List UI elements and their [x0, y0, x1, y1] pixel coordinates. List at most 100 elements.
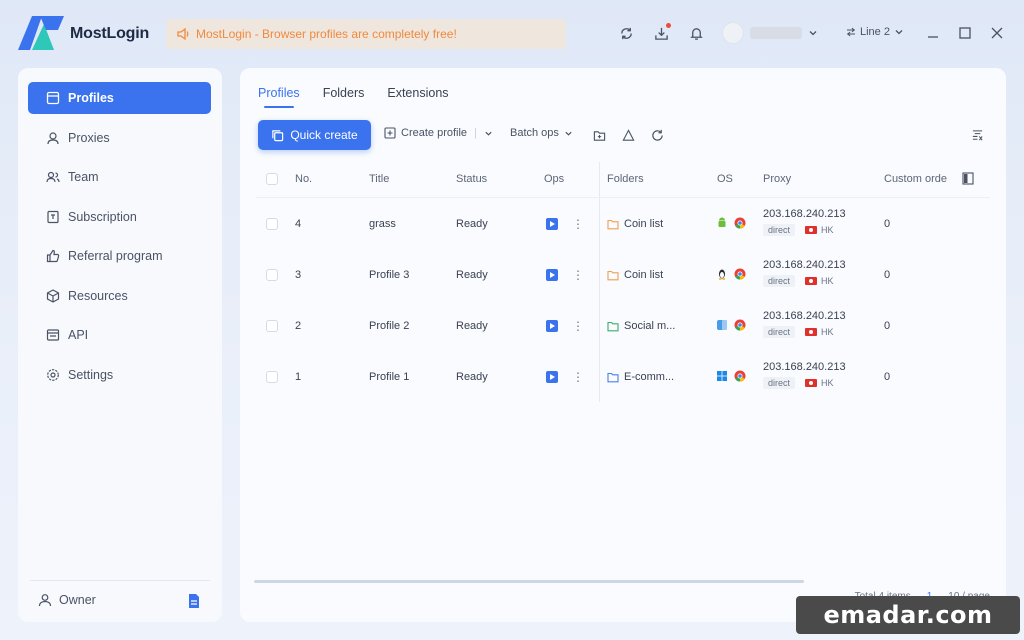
table-body: 4 grass Ready ⋮ Coin list 203.168.240.21…	[256, 198, 990, 402]
document-icon[interactable]	[186, 593, 202, 609]
create-profile-button[interactable]: Create profile |	[384, 127, 493, 139]
row-status: Ready	[456, 320, 488, 332]
column-filter-icon[interactable]	[969, 127, 985, 143]
folder-add-icon[interactable]	[591, 127, 607, 143]
row-proxy: 203.168.240.213 direct HK	[763, 208, 846, 236]
tab-profiles[interactable]: Profiles	[258, 86, 300, 108]
chrome-icon	[734, 319, 746, 334]
row-checkbox[interactable]	[266, 218, 278, 230]
refresh-icon[interactable]	[649, 127, 665, 143]
header-no[interactable]: No.	[295, 173, 312, 185]
folder-name: Coin list	[624, 269, 664, 281]
proxy-type-tag: direct	[763, 326, 796, 338]
row-proxy: 203.168.240.213 direct HK	[763, 259, 846, 287]
owner-role[interactable]: Owner	[38, 593, 96, 607]
mostlogin-logo-icon	[18, 16, 64, 50]
more-options-icon[interactable]: ⋮	[572, 320, 584, 332]
folder-icon	[607, 270, 619, 280]
proxy-ip: 203.168.240.213	[763, 259, 846, 271]
column-settings-icon[interactable]	[962, 172, 974, 188]
header-proxy[interactable]: Proxy	[763, 173, 791, 185]
table-row[interactable]: 3 Profile 3 Ready ⋮ Coin list 203.168.24…	[256, 249, 990, 300]
more-options-icon[interactable]: ⋮	[572, 218, 584, 230]
sidebar-item-profiles[interactable]: Profiles	[28, 82, 211, 114]
api-icon	[46, 329, 60, 341]
table-header: No. Title Status Ops Folders OS Proxy Cu…	[256, 162, 990, 198]
row-folder[interactable]: E-comm...	[607, 371, 674, 383]
sidebar-item-resources[interactable]: Resources	[28, 280, 211, 312]
row-folder[interactable]: Coin list	[607, 218, 663, 230]
select-all-checkbox[interactable]	[266, 173, 278, 185]
row-folder[interactable]: Coin list	[607, 269, 663, 281]
minimize-icon[interactable]	[924, 24, 942, 42]
hong-kong-flag-icon	[805, 328, 818, 336]
proxy-type-tag: direct	[763, 377, 796, 389]
header-folders[interactable]: Folders	[607, 173, 644, 185]
app-brand: MostLogin	[70, 25, 150, 42]
announcement-text: MostLogin - Browser profiles are complet…	[196, 27, 457, 41]
launch-button[interactable]	[546, 218, 558, 230]
watermark: emadar.com	[796, 596, 1020, 634]
user-menu[interactable]: redacted	[722, 22, 818, 44]
sidebar-item-referral[interactable]: Referral program	[28, 240, 211, 272]
sidebar-item-label: Profiles	[68, 91, 114, 105]
sidebar-divider	[30, 580, 210, 581]
row-custom-order: 0	[884, 218, 891, 230]
row-checkbox[interactable]	[266, 269, 278, 281]
table-row[interactable]: 2 Profile 2 Ready ⋮ Social m... 203.168.…	[256, 300, 990, 351]
more-options-icon[interactable]: ⋮	[572, 371, 584, 383]
maximize-icon[interactable]	[956, 24, 974, 42]
chevron-down-icon	[895, 30, 903, 35]
bell-icon[interactable]	[687, 24, 705, 42]
line-selector[interactable]: Line 2	[846, 26, 904, 38]
announcement-banner[interactable]: MostLogin - Browser profiles are complet…	[166, 19, 566, 49]
header-status[interactable]: Status	[456, 173, 487, 185]
quick-create-button[interactable]: Quick create	[258, 120, 371, 150]
tab-folders[interactable]: Folders	[323, 86, 365, 108]
sync-icon[interactable]	[617, 24, 635, 42]
table-row[interactable]: 4 grass Ready ⋮ Coin list 203.168.240.21…	[256, 198, 990, 249]
row-title: Profile 3	[369, 269, 410, 281]
launch-button[interactable]	[546, 371, 558, 383]
team-icon	[46, 171, 60, 183]
chevron-down-icon	[565, 131, 572, 136]
sidebar-item-api[interactable]: API	[28, 319, 211, 351]
header-os[interactable]: OS	[717, 173, 733, 185]
row-os	[716, 370, 746, 385]
hong-kong-flag-icon	[805, 379, 818, 387]
folder-icon	[607, 321, 619, 331]
more-options-icon[interactable]: ⋮	[572, 269, 584, 281]
proxy-region: HK	[821, 225, 834, 235]
table-row[interactable]: 1 Profile 1 Ready ⋮ E-comm... 203.168.24…	[256, 351, 990, 402]
user-name: redacted	[750, 27, 802, 39]
hong-kong-flag-icon	[805, 277, 818, 285]
launch-button[interactable]	[546, 269, 558, 281]
row-folder[interactable]: Social m...	[607, 320, 675, 332]
quick-create-label: Quick create	[290, 128, 358, 142]
launch-button[interactable]	[546, 320, 558, 332]
avatar	[722, 22, 744, 44]
sidebar: Profiles Proxies Team Subscription Refer…	[18, 68, 222, 622]
chevron-down-icon[interactable]	[484, 129, 493, 138]
download-icon[interactable]	[652, 23, 671, 42]
main-panel: Profiles Folders Extensions Quick create…	[240, 68, 1006, 622]
sidebar-item-proxies[interactable]: Proxies	[28, 122, 211, 154]
header-title[interactable]: Title	[369, 173, 389, 185]
tab-extensions[interactable]: Extensions	[387, 86, 448, 108]
sidebar-item-subscription[interactable]: Subscription	[28, 201, 211, 233]
header-custom-order[interactable]: Custom orde	[884, 173, 947, 185]
row-checkbox[interactable]	[266, 371, 278, 383]
batch-ops-button[interactable]: Batch ops	[510, 127, 573, 139]
row-checkbox[interactable]	[266, 320, 278, 332]
hong-kong-flag-icon	[805, 226, 818, 234]
close-icon[interactable]	[988, 24, 1006, 42]
linux-icon	[716, 268, 728, 283]
row-os	[716, 217, 746, 232]
row-number: 2	[295, 320, 302, 332]
warning-triangle-icon[interactable]	[620, 127, 636, 143]
chrome-icon	[734, 268, 746, 283]
sidebar-item-settings[interactable]: Settings	[28, 359, 211, 391]
horizontal-scrollbar[interactable]	[254, 580, 804, 583]
sidebar-item-team[interactable]: Team	[28, 161, 211, 193]
batch-ops-label: Batch ops	[510, 127, 559, 139]
